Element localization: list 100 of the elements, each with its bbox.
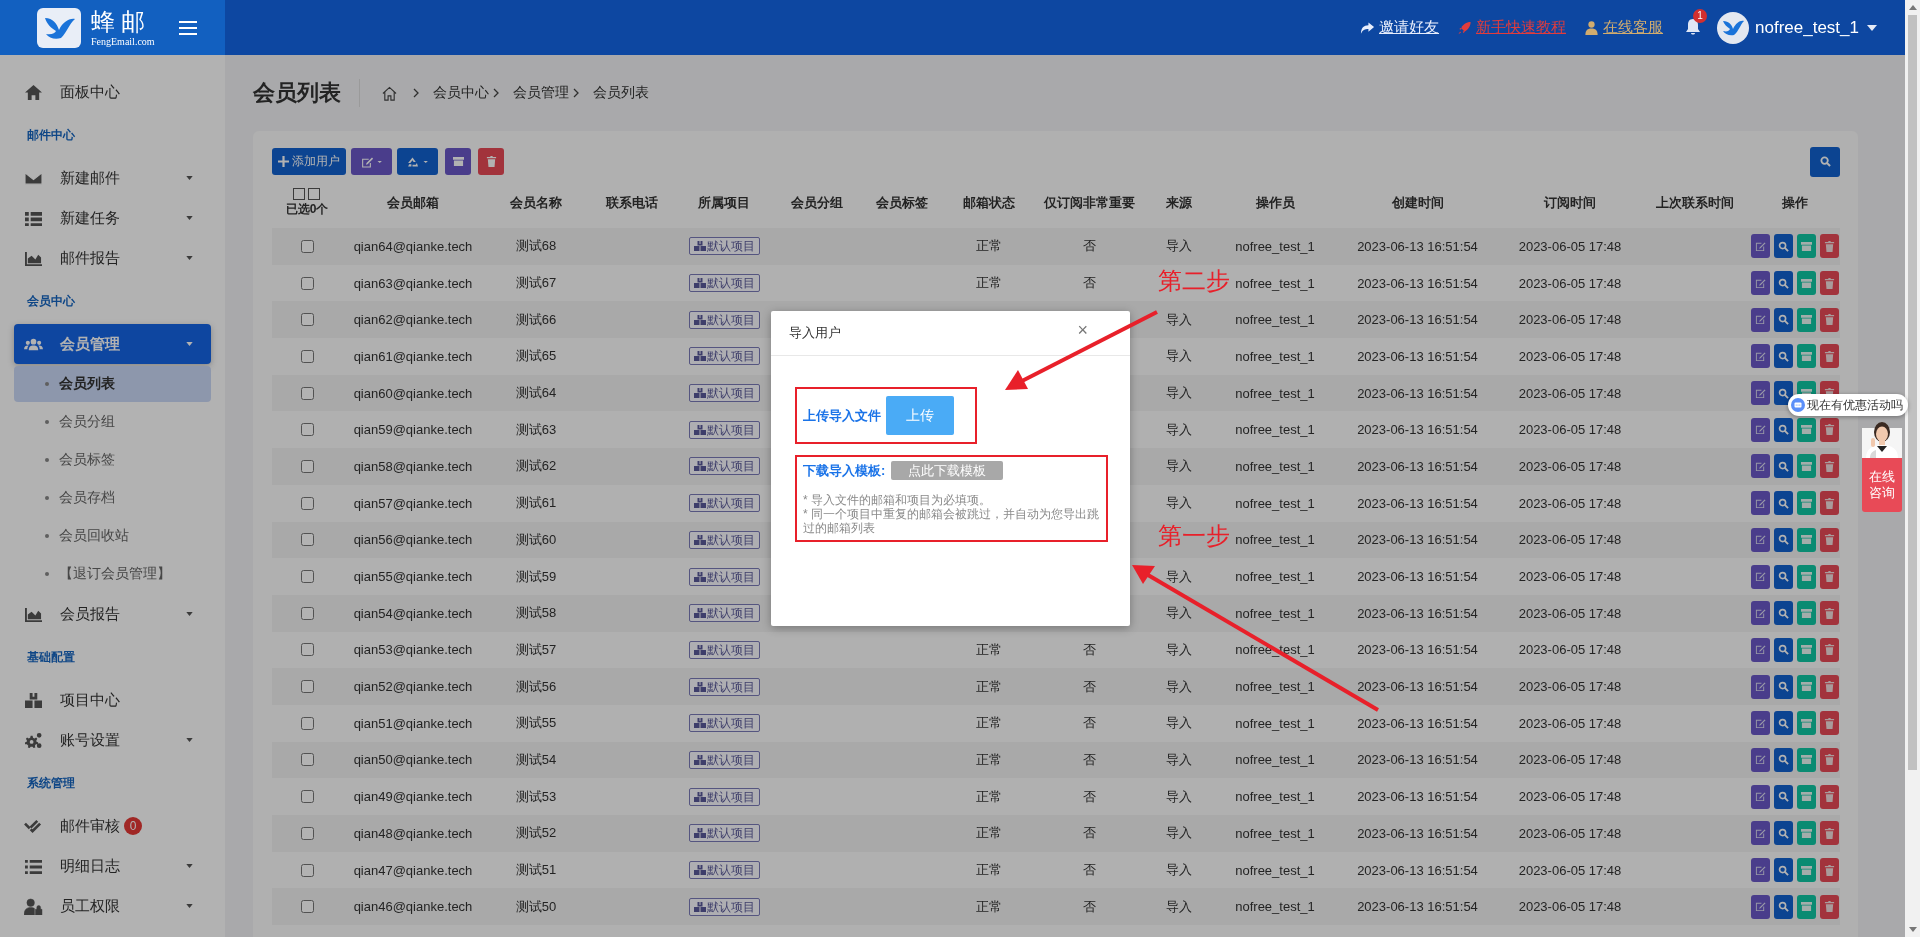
menu-icon[interactable] <box>178 20 197 35</box>
sidebar-item[interactable]: 邮件审核 0 <box>14 806 211 846</box>
edit-button[interactable] <box>1751 344 1770 369</box>
search-button[interactable] <box>1774 454 1793 479</box>
scroll-up-icon[interactable] <box>1908 5 1917 10</box>
delete-button[interactable] <box>478 148 504 175</box>
chat-tooltip[interactable]: 现在有优惠活动吗 <box>1788 394 1908 416</box>
home-icon[interactable] <box>382 85 397 101</box>
row-checkbox[interactable] <box>300 790 314 804</box>
username[interactable]: nofree_test_1 <box>1755 17 1859 38</box>
row-checkbox[interactable] <box>300 533 314 547</box>
bell-icon[interactable] <box>1685 17 1702 36</box>
edit-button[interactable] <box>1751 858 1770 883</box>
search-button[interactable] <box>1774 711 1793 736</box>
row-checkbox[interactable] <box>300 716 314 730</box>
sidebar-subitem[interactable]: 会员回收站 <box>14 518 211 554</box>
breadcrumb-link[interactable]: 会员管理 <box>513 84 569 102</box>
close-button[interactable]: × <box>1077 321 1088 339</box>
scrollbar-thumb[interactable] <box>1908 15 1917 770</box>
edit-button[interactable] <box>1751 564 1770 589</box>
row-checkbox[interactable] <box>300 900 314 914</box>
search-button[interactable] <box>1774 601 1793 626</box>
search-button[interactable] <box>1774 381 1793 406</box>
scrollbar[interactable] <box>1905 0 1920 937</box>
edit-button[interactable] <box>1751 527 1770 552</box>
delete-button[interactable] <box>1820 344 1839 369</box>
sidebar-item[interactable]: 新建邮件 <box>14 158 211 198</box>
edit-button[interactable] <box>1751 417 1770 442</box>
row-checkbox[interactable] <box>300 349 314 363</box>
avatar-icon[interactable] <box>1717 11 1750 44</box>
delete-button[interactable] <box>1820 784 1839 809</box>
sidebar-item[interactable]: 会员报告 <box>14 594 211 634</box>
edit-button[interactable] <box>1751 637 1770 662</box>
breadcrumb-link[interactable]: 会员中心 <box>433 84 489 102</box>
search-button[interactable] <box>1774 417 1793 442</box>
row-checkbox[interactable] <box>300 313 314 327</box>
search-button[interactable] <box>1774 234 1793 259</box>
row-checkbox[interactable] <box>300 863 314 877</box>
sidebar-item[interactable]: 明细日志 <box>14 846 211 886</box>
delete-button[interactable] <box>1820 491 1839 516</box>
search-button[interactable] <box>1774 784 1793 809</box>
delete-button[interactable] <box>1820 271 1839 296</box>
checkbox-pair-icon[interactable] <box>293 188 321 200</box>
sidebar-item[interactable]: 邮件报告 <box>14 238 211 278</box>
scroll-down-icon[interactable] <box>1908 927 1917 932</box>
delete-button[interactable] <box>1820 858 1839 883</box>
row-checkbox[interactable] <box>300 496 314 510</box>
search-button[interactable] <box>1774 491 1793 516</box>
sidebar-subitem[interactable]: 会员标签 <box>14 442 211 478</box>
edit-button[interactable] <box>1751 271 1770 296</box>
sidebar-subitem[interactable]: 会员分组 <box>14 404 211 440</box>
sidebar-item[interactable]: 账号设置 <box>14 720 211 760</box>
edit-button[interactable] <box>1751 454 1770 479</box>
search-button[interactable] <box>1774 821 1793 846</box>
edit-button[interactable] <box>1751 234 1770 259</box>
edit-button[interactable] <box>1751 821 1770 846</box>
row-checkbox[interactable] <box>300 239 314 253</box>
online-consult-button[interactable]: 在线咨询 <box>1862 458 1902 512</box>
edit-button[interactable] <box>1751 894 1770 919</box>
search-button[interactable] <box>1774 747 1793 772</box>
search-button[interactable] <box>1774 344 1793 369</box>
delete-button[interactable] <box>1820 711 1839 736</box>
search-button[interactable] <box>1774 674 1793 699</box>
search-button[interactable] <box>1774 307 1793 332</box>
row-checkbox[interactable] <box>300 570 314 584</box>
row-checkbox[interactable] <box>300 386 314 400</box>
search-button[interactable] <box>1810 146 1840 177</box>
row-checkbox[interactable] <box>300 276 314 290</box>
search-button[interactable] <box>1774 637 1793 662</box>
edit-dropdown-button[interactable] <box>351 148 392 175</box>
edit-button[interactable] <box>1751 491 1770 516</box>
add-user-button[interactable]: 添加用户 <box>272 148 346 175</box>
edit-button[interactable] <box>1751 711 1770 736</box>
edit-button[interactable] <box>1751 307 1770 332</box>
sidebar-subitem[interactable]: 会员存档 <box>14 480 211 516</box>
sidebar-item[interactable]: 新建任务 <box>14 198 211 238</box>
sidebar-subitem[interactable]: 【退订会员管理】 <box>14 556 211 592</box>
row-checkbox[interactable] <box>300 459 314 473</box>
row-checkbox[interactable] <box>300 606 314 620</box>
search-button[interactable] <box>1774 894 1793 919</box>
edit-button[interactable] <box>1751 674 1770 699</box>
search-button[interactable] <box>1774 527 1793 552</box>
sidebar-item[interactable]: 会员管理 <box>14 324 211 364</box>
sidebar-item[interactable]: 面板中心 <box>14 72 211 112</box>
edit-button[interactable] <box>1751 381 1770 406</box>
edit-button[interactable] <box>1751 601 1770 626</box>
archive-button[interactable] <box>445 148 471 175</box>
edit-button[interactable] <box>1751 784 1770 809</box>
delete-button[interactable] <box>1820 564 1839 589</box>
search-button[interactable] <box>1774 564 1793 589</box>
row-checkbox[interactable] <box>300 753 314 767</box>
search-button[interactable] <box>1774 858 1793 883</box>
search-button[interactable] <box>1774 271 1793 296</box>
row-checkbox[interactable] <box>300 826 314 840</box>
edit-button[interactable] <box>1751 747 1770 772</box>
row-checkbox[interactable] <box>300 680 314 694</box>
sidebar-subitem[interactable]: 会员列表 <box>14 366 211 402</box>
sidebar-item[interactable]: 项目中心 <box>14 680 211 720</box>
row-checkbox[interactable] <box>300 643 314 657</box>
breadcrumb-link[interactable]: 会员列表 <box>593 84 649 102</box>
